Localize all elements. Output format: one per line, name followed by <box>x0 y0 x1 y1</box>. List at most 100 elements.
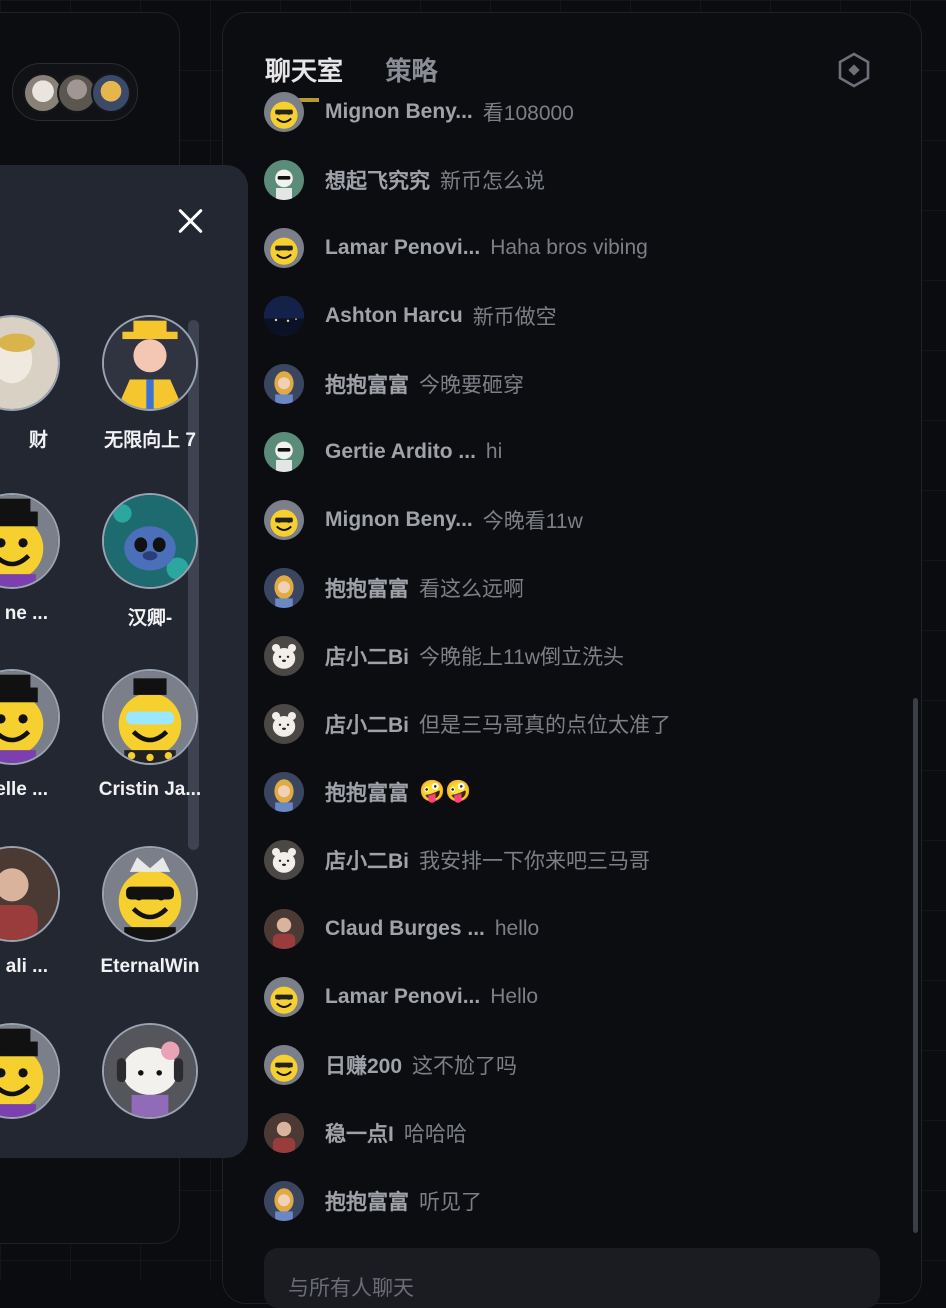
member-name: ali ... <box>5 956 48 977</box>
message-username[interactable]: 店小二Bi <box>325 845 409 875</box>
message-username[interactable]: Ashton Harcu <box>325 304 463 328</box>
hexagon-settings-icon[interactable] <box>837 51 871 89</box>
chat-input[interactable]: 与所有人聊天 <box>264 1248 880 1308</box>
chat-message: 店小二Bi 我安排一下你来吧三马哥 <box>264 840 864 880</box>
message-username[interactable]: 抱抱富富 <box>325 1186 409 1216</box>
chat-message: 店小二Bi 今晚能上11w倒立洗头 <box>264 636 864 676</box>
message-text: 哈哈哈 <box>403 1123 467 1146</box>
message-text: hi <box>485 440 503 463</box>
member-card[interactable]: elle ... <box>0 669 82 801</box>
message-text: 这不尬了吗 <box>412 1055 518 1078</box>
chat-scrollbar[interactable] <box>913 698 918 1233</box>
message-username[interactable]: Lamar Penovi... <box>325 236 480 260</box>
member-card[interactable]: 汉卿- <box>80 493 220 630</box>
message-text: 新币做空 <box>472 306 557 329</box>
girl-avatar[interactable] <box>264 364 304 404</box>
chat-message: 想起飞究究 新币怎么说 <box>264 160 864 200</box>
members-popup: 财 无限向上 7 ne ... 汉卿- elle ... Cristin Ja.… <box>0 165 248 1158</box>
person-avatar[interactable] <box>264 909 304 949</box>
chat-message: 日赚200 这不尬了吗 <box>264 1045 864 1085</box>
smiley-avatar[interactable] <box>264 500 304 540</box>
message-username[interactable]: Mignon Beny... <box>325 100 473 124</box>
chat-message: Mignon Beny... 看108000 <box>264 92 864 132</box>
member-card[interactable]: 无限向上 7 <box>80 315 220 452</box>
message-text: 看108000 <box>482 102 574 125</box>
yellow-hat-avatar <box>102 315 198 411</box>
person-avatar[interactable] <box>264 1113 304 1153</box>
night-photo-avatar[interactable] <box>264 296 304 336</box>
tab-bar: 聊天室 策略 <box>265 51 475 88</box>
smiley-avatar[interactable] <box>264 977 304 1017</box>
message-username[interactable]: 抱抱富富 <box>325 777 409 807</box>
stitch-avatar <box>102 493 198 589</box>
bear-avatar[interactable] <box>264 840 304 880</box>
bear-avatar[interactable] <box>264 704 304 744</box>
message-text: 但是三马哥真的点位太准了 <box>419 714 671 737</box>
chat-message: 稳一点I 哈哈哈 <box>264 1113 864 1153</box>
message-username[interactable]: 日赚200 <box>325 1050 402 1080</box>
message-text: 新币怎么说 <box>440 170 545 193</box>
message-text: Haha bros vibing <box>490 236 648 259</box>
chat-message: Ashton Harcu 新币做空 <box>264 296 864 336</box>
stack-avatar <box>91 73 131 113</box>
member-name: EternalWin <box>100 956 200 977</box>
smiley-hat-avatar <box>0 493 60 589</box>
message-username[interactable]: Claud Burges ... <box>325 917 485 941</box>
member-name: 财 <box>28 430 48 451</box>
message-username[interactable]: 想起飞究究 <box>325 165 430 195</box>
message-username[interactable]: 抱抱富富 <box>325 369 409 399</box>
message-username[interactable]: 店小二Bi <box>325 709 409 739</box>
member-card[interactable]: EternalWin <box>80 846 220 978</box>
smiley-crown-avatar <box>102 846 198 942</box>
tab-strategy[interactable]: 策略 <box>385 51 437 88</box>
chat-message: 抱抱富富 看这么远啊 <box>264 568 864 608</box>
cartoon-avatar[interactable] <box>264 160 304 200</box>
girl-avatar[interactable] <box>264 568 304 608</box>
girl-avatar[interactable] <box>264 1181 304 1221</box>
online-avatar-stack[interactable] <box>12 63 138 121</box>
member-name: ne ... <box>4 603 48 624</box>
bear-avatar[interactable] <box>264 636 304 676</box>
photo-avatar <box>0 315 60 411</box>
member-card[interactable]: Cristin Ja... <box>80 669 220 801</box>
person-avatar <box>0 846 60 942</box>
hello-kitty-avatar <box>102 1023 198 1119</box>
smiley-avatar[interactable] <box>264 92 304 132</box>
member-name: 汉卿- <box>127 608 173 629</box>
smiley-avatar[interactable] <box>264 1045 304 1085</box>
tab-chat-room[interactable]: 聊天室 <box>265 51 343 88</box>
member-card[interactable] <box>80 1023 220 1133</box>
message-text: 今晚看11w <box>482 510 583 533</box>
message-text: 今晚要砸穿 <box>419 374 524 397</box>
chat-message: Lamar Penovi... Haha bros vibing <box>264 228 864 268</box>
message-text: Hello <box>490 985 539 1008</box>
close-icon[interactable] <box>174 205 206 237</box>
chat-message: 抱抱富富 今晚要砸穿 <box>264 364 864 404</box>
chat-message: 抱抱富富 🤪🤪 <box>264 772 864 812</box>
message-text: 听见了 <box>419 1191 482 1214</box>
message-username[interactable]: Lamar Penovi... <box>325 985 480 1009</box>
chat-message: Gertie Ardito ... hi <box>264 432 864 472</box>
message-text: 今晚能上11w倒立洗头 <box>419 646 624 669</box>
message-username[interactable]: 稳一点I <box>325 1118 394 1148</box>
member-card[interactable]: ali ... <box>0 846 82 978</box>
smiley-avatar[interactable] <box>264 228 304 268</box>
chat-message: 店小二Bi 但是三马哥真的点位太准了 <box>264 704 864 744</box>
chat-input-placeholder: 与所有人聊天 <box>288 1277 414 1300</box>
smiley-sunglasses-avatar <box>102 669 198 765</box>
message-username[interactable]: Gertie Ardito ... <box>325 440 476 464</box>
cartoon-avatar[interactable] <box>264 432 304 472</box>
message-username[interactable]: Mignon Beny... <box>325 508 473 532</box>
member-card[interactable] <box>0 1023 82 1133</box>
chat-message: Mignon Beny... 今晚看11w <box>264 500 864 540</box>
member-card[interactable]: ne ... <box>0 493 82 625</box>
chat-message: 抱抱富富 听见了 <box>264 1181 864 1221</box>
message-text: 看这么远啊 <box>419 578 524 601</box>
message-username[interactable]: 抱抱富富 <box>325 573 409 603</box>
member-name: Cristin Ja... <box>98 779 202 800</box>
member-name: 无限向上 7 <box>104 430 196 451</box>
message-username[interactable]: 店小二Bi <box>325 641 409 671</box>
member-card[interactable]: 财 <box>0 315 82 452</box>
girl-avatar[interactable] <box>264 772 304 812</box>
chat-message: Lamar Penovi... Hello <box>264 977 864 1017</box>
